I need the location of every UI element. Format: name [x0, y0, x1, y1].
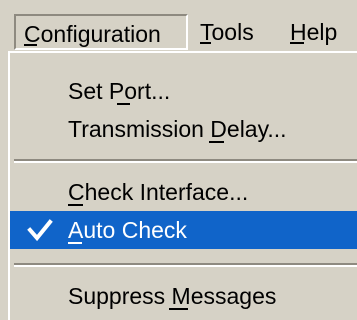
menu-configuration[interactable]: Configuration: [14, 14, 188, 50]
menu-separator: [14, 159, 357, 163]
menu-separator: [14, 263, 357, 267]
menu-item-transmission-delay[interactable]: Transmission Delay...: [10, 110, 357, 148]
menu-item-suppress-messages[interactable]: Suppress Messages: [10, 277, 357, 315]
configuration-dropdown: Set Port... Transmission Delay... Check …: [8, 51, 357, 320]
menu-item-check-interface-label: Check Interface...: [68, 179, 249, 205]
menu-item-transmission-delay-label: Transmission Delay...: [68, 116, 287, 142]
checkmark-icon: [27, 219, 53, 242]
menu-configuration-label: Configuration: [24, 21, 161, 47]
menu-tools[interactable]: Tools: [200, 14, 254, 50]
menu-item-auto-check-label: Auto Check: [68, 217, 187, 243]
menu-item-set-port[interactable]: Set Port...: [10, 72, 357, 110]
menu-item-auto-check[interactable]: Auto Check: [10, 211, 357, 249]
menu-bar: Configuration Tools Help: [0, 0, 357, 56]
menu-item-check-interface[interactable]: Check Interface...: [10, 173, 357, 211]
menu-help[interactable]: Help: [290, 14, 337, 50]
